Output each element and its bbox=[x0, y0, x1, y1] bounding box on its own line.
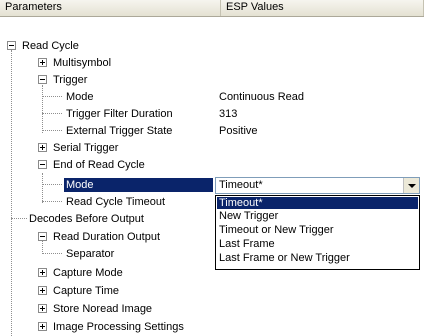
tree-item-capture-mode[interactable]: Capture Mode bbox=[51, 266, 125, 280]
expand-multisymbol-icon[interactable] bbox=[38, 58, 47, 67]
expand-image-processing-settings-icon[interactable] bbox=[38, 322, 47, 331]
tree-line bbox=[42, 85, 43, 133]
expand-store-noread-image-icon[interactable] bbox=[38, 304, 47, 313]
tree-line bbox=[11, 218, 27, 219]
tree-item-read-cycle[interactable]: Read Cycle bbox=[20, 39, 81, 53]
tree-item-trigger[interactable]: Trigger bbox=[51, 73, 89, 87]
dropdown-option-timeout[interactable]: Timeout* bbox=[217, 197, 418, 209]
dropdown-button[interactable] bbox=[403, 178, 419, 193]
tree-item-serial-trigger[interactable]: Serial Trigger bbox=[51, 141, 120, 155]
dropdown-option-last-frame[interactable]: Last Frame bbox=[217, 238, 418, 250]
collapse-end-of-read-cycle-icon[interactable] bbox=[38, 160, 47, 169]
collapse-trigger-icon[interactable] bbox=[38, 75, 47, 84]
tree-item-trigger-mode[interactable]: Mode bbox=[64, 90, 96, 104]
tree-line bbox=[42, 253, 62, 254]
tree-item-end-of-read-cycle[interactable]: End of Read Cycle bbox=[51, 158, 147, 172]
expand-capture-time-icon[interactable] bbox=[38, 286, 47, 295]
parameters-tree-panel: Parameters ESP Values Read Cycle Multisy… bbox=[0, 0, 424, 336]
trigger-filter-duration-value[interactable]: 313 bbox=[219, 107, 237, 121]
column-header-parameters[interactable]: Parameters bbox=[0, 0, 221, 16]
tree-item-read-cycle-timeout[interactable]: Read Cycle Timeout bbox=[64, 195, 167, 209]
end-mode-dropdown-list: Timeout* New Trigger Timeout or New Trig… bbox=[215, 195, 420, 270]
tree-item-external-trigger-state[interactable]: External Trigger State bbox=[64, 124, 174, 138]
tree-item-trigger-filter-duration[interactable]: Trigger Filter Duration bbox=[64, 107, 175, 121]
column-header-esp-values[interactable]: ESP Values bbox=[221, 0, 424, 16]
end-mode-combo-value: Timeout* bbox=[219, 179, 263, 191]
tree-line bbox=[11, 50, 12, 336]
tree-item-decodes-before-output[interactable]: Decodes Before Output bbox=[27, 212, 146, 226]
tree-item-store-noread-image[interactable]: Store Noread Image bbox=[51, 302, 154, 316]
tree-item-image-processing-settings[interactable]: Image Processing Settings bbox=[51, 320, 186, 334]
collapse-read-duration-output-icon[interactable] bbox=[38, 232, 47, 241]
tree-item-end-mode-selected[interactable]: Mode bbox=[64, 178, 213, 192]
end-mode-combo[interactable]: Timeout* bbox=[215, 177, 420, 194]
tree-line bbox=[42, 130, 62, 131]
tree-line bbox=[42, 113, 62, 114]
expand-capture-mode-icon[interactable] bbox=[38, 268, 47, 277]
tree-item-separator[interactable]: Separator bbox=[64, 247, 116, 261]
chevron-down-icon bbox=[408, 184, 416, 188]
dropdown-option-last-frame-or-new-trigger[interactable]: Last Frame or New Trigger bbox=[217, 252, 418, 264]
tree-line bbox=[42, 201, 62, 202]
tree-item-multisymbol[interactable]: Multisymbol bbox=[51, 56, 113, 70]
collapse-read-cycle-icon[interactable] bbox=[7, 41, 16, 50]
external-trigger-state-value[interactable]: Positive bbox=[219, 124, 258, 138]
tree-item-read-duration-output[interactable]: Read Duration Output bbox=[51, 230, 162, 244]
dropdown-option-timeout-or-new-trigger[interactable]: Timeout or New Trigger bbox=[217, 224, 418, 236]
tree-line bbox=[42, 96, 62, 97]
expand-serial-trigger-icon[interactable] bbox=[38, 143, 47, 152]
dropdown-option-new-trigger[interactable]: New Trigger bbox=[217, 210, 418, 222]
tree-line bbox=[42, 173, 43, 203]
trigger-mode-value[interactable]: Continuous Read bbox=[219, 90, 304, 104]
column-header: Parameters ESP Values bbox=[0, 0, 424, 17]
tree-item-capture-time[interactable]: Capture Time bbox=[51, 284, 121, 298]
tree-line bbox=[42, 184, 62, 185]
